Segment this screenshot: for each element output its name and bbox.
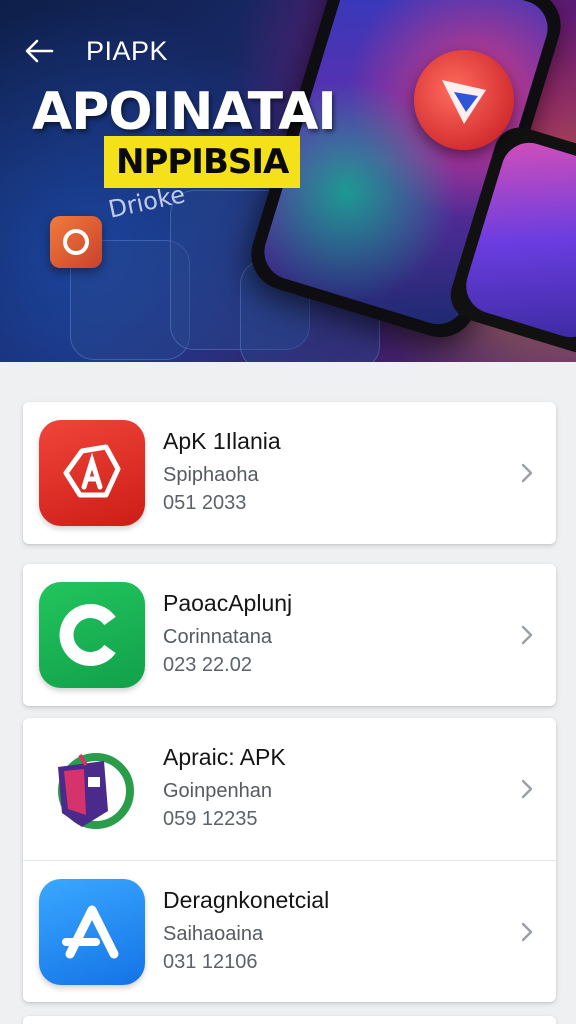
app-name: PaoacAplunj: [163, 590, 293, 616]
app-list-item[interactable]: Deragnkonetcial Saihaoaina 031 12106: [23, 860, 556, 1002]
header-title: PIAPK: [86, 36, 169, 66]
banner-headline: APOINATAI: [32, 82, 337, 142]
hero-banner: Drioke PIAPK APOINATAI NPPIBSIA: [0, 0, 576, 362]
blue-a-icon: [39, 879, 145, 985]
next-app-card-edge: [23, 1016, 556, 1024]
chevron-right-icon: [516, 778, 538, 800]
app-version: 059 12235: [163, 808, 258, 830]
app-card: ApK 1Ilania Spiphaoha 051 2033: [23, 402, 556, 544]
app-logo-badge: [414, 50, 514, 150]
app-card: PaoacAplunj Corinnatana 023 22.02: [23, 564, 556, 706]
app-name: ApK 1Ilania: [163, 428, 281, 454]
app-category: Spiphaoha: [163, 464, 259, 486]
colorful-robot-icon: [39, 736, 145, 842]
app-list-item[interactable]: Apraic: APK Goinpenhan 059 12235: [23, 718, 556, 860]
app-list-item[interactable]: PaoacAplunj Corinnatana 023 22.02: [23, 564, 556, 706]
green-c-icon: [39, 582, 145, 688]
app-version: 023 22.02: [163, 654, 252, 676]
side-app-icon: [50, 216, 102, 268]
app-category: Saihaoaina: [163, 923, 264, 945]
app-name: Apraic: APK: [163, 744, 286, 770]
chevron-right-icon: [516, 921, 538, 943]
chevron-right-icon: [516, 462, 538, 484]
app-version: 051 2033: [163, 492, 247, 514]
banner-tag: NPPIBSIA: [104, 136, 301, 188]
back-arrow-icon[interactable]: [22, 34, 56, 68]
app-category: Corinnatana: [163, 626, 272, 648]
app-name: Deragnkonetcial: [163, 887, 330, 913]
chevron-right-icon: [516, 624, 538, 646]
app-list-item[interactable]: ApK 1Ilania Spiphaoha 051 2033: [23, 402, 556, 544]
app-category: Goinpenhan: [163, 780, 272, 802]
app-version: 031 12106: [163, 951, 258, 973]
app-card: Apraic: APK Goinpenhan 059 12235 Deragnk…: [23, 718, 556, 1002]
red-a-icon: [39, 420, 145, 526]
